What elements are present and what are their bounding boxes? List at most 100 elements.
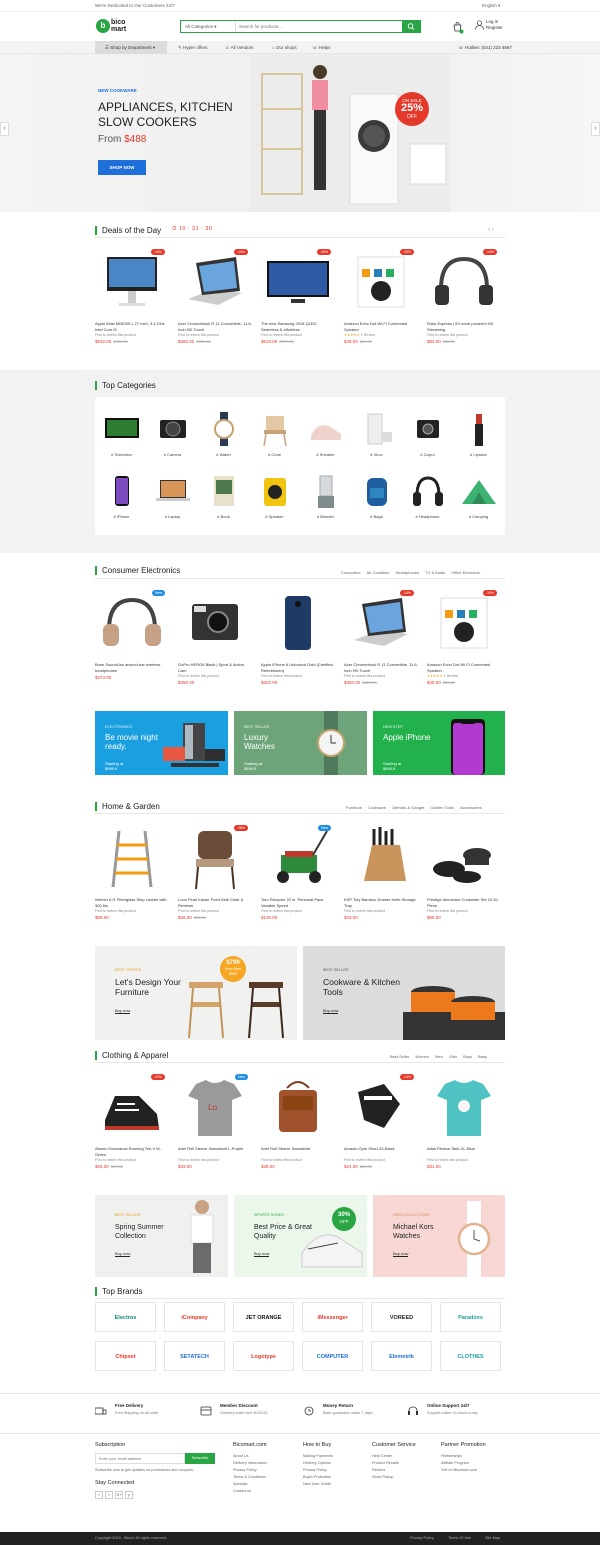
category-label[interactable]: # Lipstick [453,452,504,457]
product-image[interactable] [427,825,501,893]
shop-now-button[interactable]: SHOP NOW [98,160,146,175]
product-card[interactable]: -14% Arcadio Gym Short-32-Black First to r… [344,1074,418,1169]
category-image[interactable] [256,474,294,508]
category-label[interactable]: # Television [96,452,147,457]
product-name[interactable]: Loon Peak Kaiser Point Side Chair & Revi… [178,897,252,908]
brand-logo[interactable]: Elemetrik [371,1341,432,1371]
footer-link[interactable]: Store Pickup [372,1474,416,1481]
footer-link-privacy[interactable]: Privacy Policy [410,1536,434,1540]
category-item[interactable]: # Lipstick [453,402,504,464]
banner-apple-iphone[interactable]: NEW STEP Apple iPhone Starting at $599,9 [373,711,505,775]
tab-utensils-gadget[interactable]: Utensils & Gadget [392,805,424,810]
tab-tv-audio[interactable]: TV & Audio [425,570,445,575]
footer-link[interactable]: Buyer Protection [303,1474,333,1481]
footer-link[interactable]: New User Guide [303,1481,333,1488]
tab-men[interactable]: Men [435,1054,443,1059]
category-image[interactable] [256,412,294,447]
product-image[interactable]: -22% [95,1074,169,1142]
product-card[interactable]: Atlas Fitness Tank-XL-Blue First to revie… [427,1074,501,1169]
product-name[interactable]: Roku Express | 5X more powerful HD Strea… [427,321,501,332]
product-image[interactable] [261,1074,335,1142]
category-item[interactable]: # Television [96,402,147,464]
footer-link[interactable]: Sell on Bicomart.com [441,1467,486,1474]
category-label[interactable]: # Headphone [402,514,453,519]
product-image[interactable]: -16% [261,249,335,317]
category-image[interactable] [154,412,192,446]
footer-link[interactable]: Delivery Options [303,1460,333,1467]
brand-logo[interactable]: Electros [95,1302,156,1332]
category-label[interactable]: # Bags [351,514,402,519]
product-name[interactable]: GoPro HERO6 Black | Sport & Action Cam [178,662,252,673]
banner-cookware[interactable]: BEST SELLER Cookware & Kitchen Tools Buy… [303,946,505,1040]
social-icon[interactable]: G+ [115,1490,123,1499]
category-label[interactable]: # Xbox [351,452,402,457]
brand-logo[interactable]: Logotype [233,1341,294,1371]
footer-link-sitemap[interactable]: Site Map [485,1536,500,1540]
tab-women[interactable]: Women [415,1054,429,1059]
product-card[interactable]: -14% Roku Express | 5X more powerful HD S… [427,249,501,344]
category-item[interactable]: # Sneaker [300,402,351,464]
product-card[interactable]: New Bose SoundLink around-ear wireless he… [95,590,169,680]
product-image[interactable]: New [261,825,335,893]
product-image[interactable] [178,590,252,658]
category-image[interactable] [358,412,396,446]
brand-logo[interactable]: CLOTHES [440,1341,501,1371]
category-image[interactable] [358,474,396,508]
subscribe-email-input[interactable] [95,1453,185,1464]
brand-logo[interactable]: iCompany [164,1302,225,1332]
product-card[interactable]: GoPro HERO6 Black | Sport & Action Cam Fi… [178,590,252,685]
product-card[interactable]: New Toro Recycler 22 in. Personal Pace Va… [261,825,335,920]
footer-link-terms[interactable]: Terms Of Use [448,1536,471,1540]
category-image[interactable] [409,412,447,446]
product-name[interactable]: Arcadio Gym Short-32-Black [344,1146,418,1157]
category-item[interactable]: # Camping [453,464,504,526]
tab-garden-tools[interactable]: Garden Tools [430,805,454,810]
hero-next-arrow[interactable]: › [591,122,600,136]
footer-link[interactable]: Partnerships [441,1453,486,1460]
product-name[interactable]: Toro Recycler 22 in. Personal Pace Varia… [261,897,335,908]
category-image[interactable] [205,474,243,508]
category-label[interactable]: # Chair [249,452,300,457]
product-card[interactable]: -15% Apple iMac MNE92LL 27 Inch, 3.4 GHz … [95,249,169,344]
product-card[interactable]: Ariel Roll Sleeve Sweatshirt First to rev… [261,1074,335,1169]
product-image[interactable]: New [95,590,169,658]
tab-cookware[interactable]: Cookware [368,805,386,810]
tab-computers[interactable]: Computers [341,570,361,575]
product-name[interactable]: Bose SoundLink around-ear wireless headp… [95,662,169,673]
product-card[interactable]: -15% Amazon Echo Dot Wi-Fi Connected Spea… [344,249,418,344]
footer-link[interactable]: Terms & Conditions [233,1474,267,1481]
product-name[interactable]: Acer Chromebook R 11 Convertible, 11.6-I… [344,662,418,673]
tab-girls[interactable]: Girls [449,1054,457,1059]
product-image[interactable] [95,825,169,893]
banner-movie-night[interactable]: ELECTRONICS Be movie night ready. Starti… [95,711,228,775]
product-card[interactable]: Werner 6 ft. Fiberglass Step Ladder with… [95,825,169,920]
product-name[interactable]: Werner 6 ft. Fiberglass Step Ladder with… [95,897,169,908]
banner-michael-kors[interactable]: NEW COLLECTIONS Michael Kors Watches Buy… [373,1195,505,1277]
nav-hyper-offers[interactable]: ✎ Hyper offers [178,41,207,54]
category-label[interactable]: # Book [198,514,249,519]
nav-helps[interactable]: ☏ Helps [312,41,330,54]
footer-link[interactable]: Privacy Policy [303,1467,333,1474]
product-name[interactable]: Ariel Roll Sleeve Sweatshirt L-Purple [178,1146,252,1157]
category-label[interactable]: # Laptop [147,514,198,519]
product-image[interactable]: -14% [178,249,252,317]
footer-link[interactable]: Privacy Policy [233,1467,267,1474]
product-image[interactable]: -14% [344,590,418,658]
product-image[interactable]: -15% [95,249,169,317]
product-name[interactable]: Apple iMac MNE92LL 27 Inch, 3.4 GHz Inte… [95,321,169,332]
product-card[interactable]: Apple iPhone 6 Unlocked Gold (Certified … [261,590,335,685]
banner-luxury-watches[interactable]: BEST SELLER Luxury Watches Starting at $5… [234,711,367,775]
brand-logo[interactable]: Chipset [95,1341,156,1371]
category-label[interactable]: # iPhone [96,514,147,519]
product-name[interactable]: Atomic Endurance Running Tee-V M-Green [95,1146,169,1157]
category-label[interactable]: # Sneaker [300,452,351,457]
banner-design-furniture[interactable]: BEST OFFERS Let's Design Your Furniture … [95,946,297,1040]
category-label[interactable]: # Gopro [402,452,453,457]
product-name[interactable]: Amazon Echo Dot Wi-Fi Connected Speaker [344,321,418,332]
product-image[interactable]: -14% [344,1074,418,1142]
category-image[interactable] [307,474,345,508]
tab-accessories[interactable]: Accessories [460,805,482,810]
product-name[interactable]: KSP Tidy Bamboo Drawer Knife Storage Tra… [344,897,418,908]
category-item[interactable]: # Watch [198,402,249,464]
search-button[interactable] [402,21,420,32]
